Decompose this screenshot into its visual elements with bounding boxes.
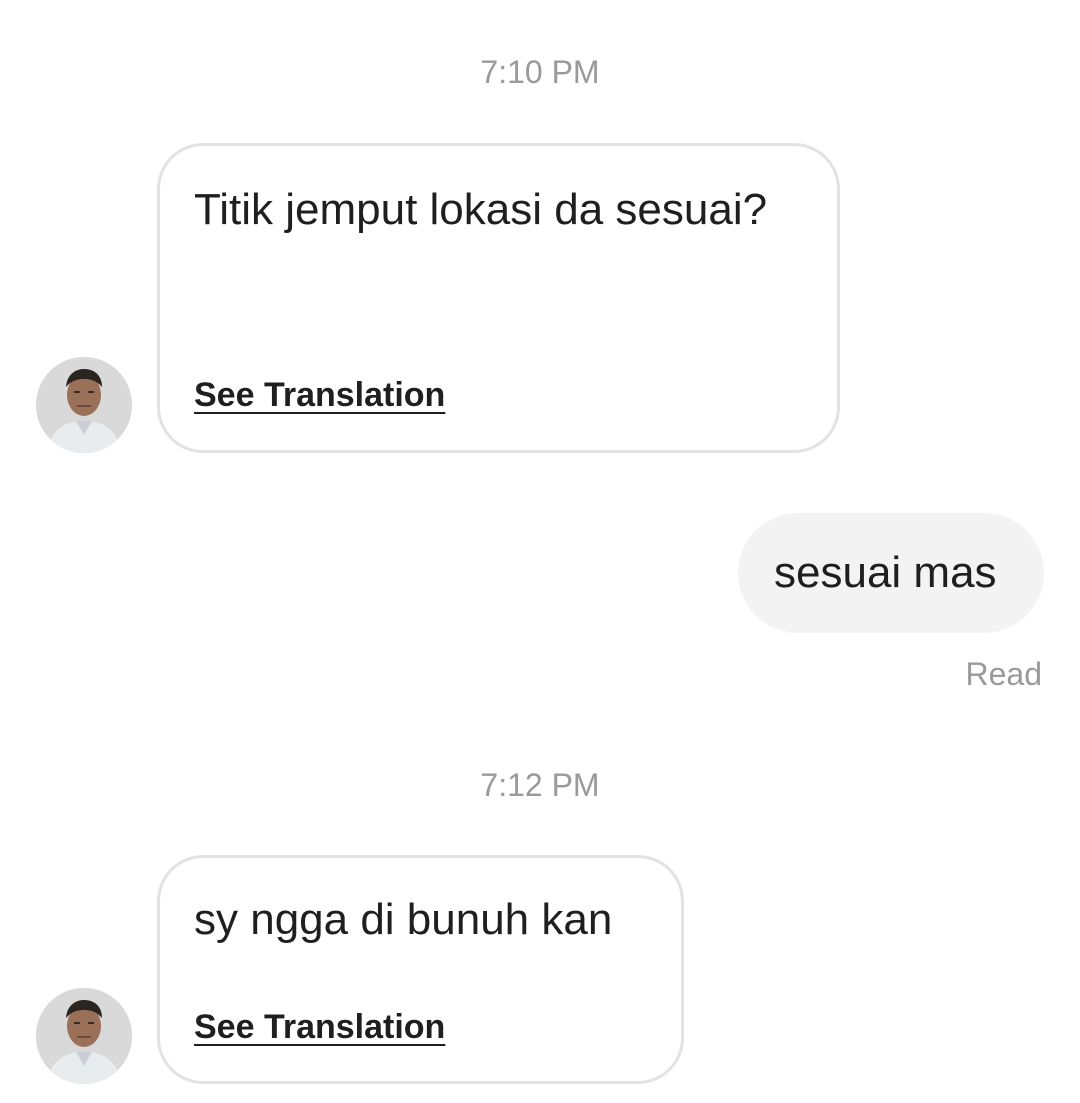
incoming-message-bubble[interactable]: Titik jemput lokasi da sesuai? See Trans… xyxy=(157,143,840,453)
message-text: sy ngga di bunuh kan xyxy=(194,895,613,944)
timestamp-7-12: 7:12 PM xyxy=(480,767,600,803)
person-photo-avatar-icon xyxy=(36,357,132,453)
incoming-message-bubble[interactable]: sy ngga di bunuh kan See Translation xyxy=(157,855,684,1084)
person-photo-avatar-icon xyxy=(36,988,132,1084)
message-text: sesuai mas xyxy=(774,548,997,597)
avatar[interactable] xyxy=(36,988,132,1084)
timestamp-7-10: 7:10 PM xyxy=(480,54,600,90)
read-receipt: Read xyxy=(965,656,1043,692)
message-text: Titik jemput lokasi da sesuai? xyxy=(194,185,768,234)
avatar[interactable] xyxy=(36,357,132,453)
outgoing-message-bubble[interactable]: sesuai mas xyxy=(738,513,1044,633)
see-translation-link[interactable]: See Translation xyxy=(194,376,445,415)
see-translation-link[interactable]: See Translation xyxy=(194,1008,445,1047)
